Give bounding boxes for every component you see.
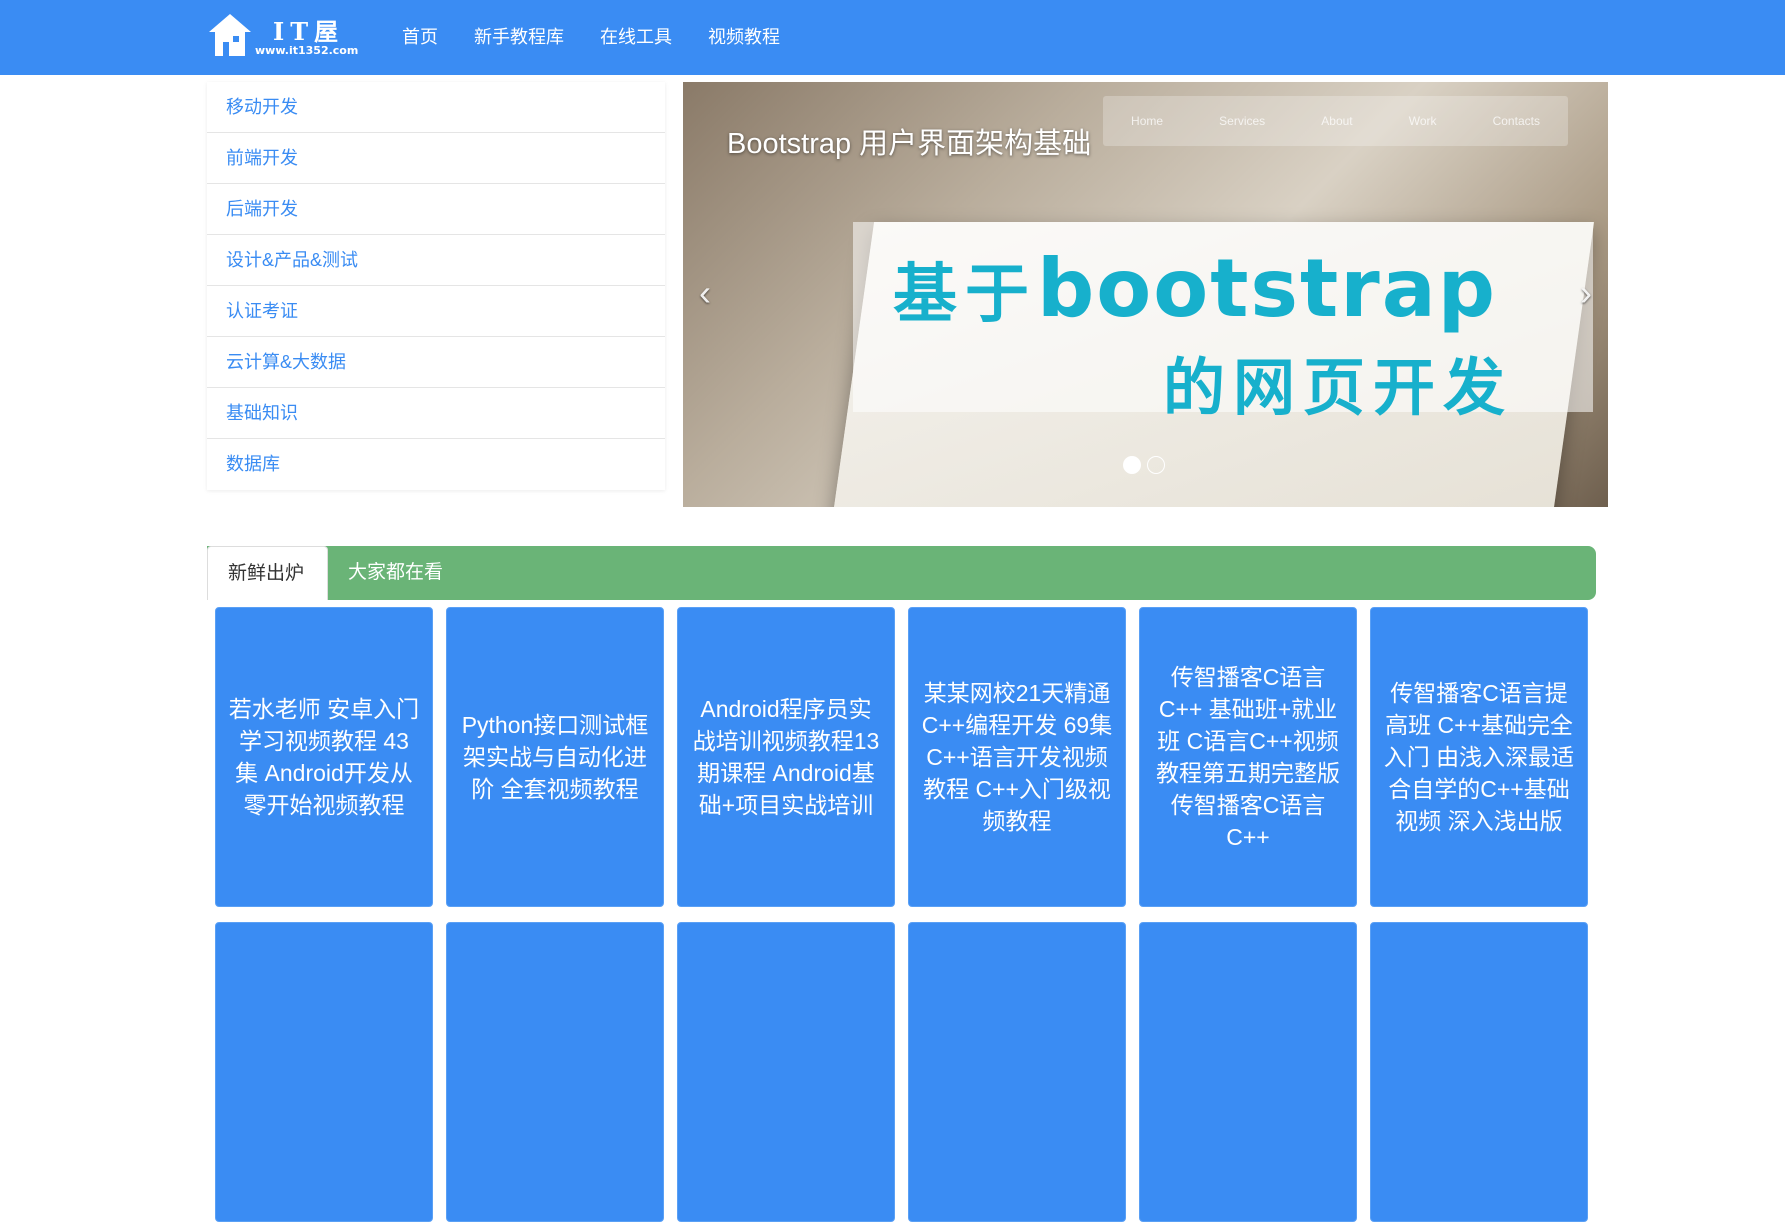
course-grid: 若水老师 安卓入门学习视频教程 43集 Android开发从零开始视频教程 Py…: [215, 607, 1590, 1222]
course-card[interactable]: 传智播客C语言提高班 C++基础完全入门 由浅入深最适合自学的C++基础视频 深…: [1370, 607, 1588, 907]
logo-url: www.it1352.com: [255, 44, 359, 57]
sidebar-item-design[interactable]: 设计&产品&测试: [207, 235, 665, 286]
site-logo[interactable]: IT屋 www.it1352.com: [207, 10, 367, 60]
course-card[interactable]: [446, 922, 664, 1222]
logo-text: IT屋: [273, 17, 345, 46]
carousel-indicators: [1123, 456, 1165, 474]
course-card[interactable]: [677, 922, 895, 1222]
tab-new[interactable]: 新鲜出炉: [207, 546, 328, 600]
nav-link-tools[interactable]: 在线工具: [582, 0, 690, 75]
sidebar-item-cloud[interactable]: 云计算&大数据: [207, 337, 665, 388]
sidebar-item-basics[interactable]: 基础知识: [207, 388, 665, 439]
carousel-image-title: 基于bootstrap: [893, 242, 1497, 335]
sidebar-item-frontend[interactable]: 前端开发: [207, 133, 665, 184]
course-card[interactable]: 某某网校21天精通C++编程开发 69集 C++语言开发视频教程 C++入门级视…: [908, 607, 1126, 907]
banner-carousel[interactable]: Home Services About Work Contacts 基于boot…: [683, 82, 1608, 507]
nav-links: 首页 新手教程库 在线工具 视频教程: [384, 0, 798, 75]
course-card[interactable]: [1139, 922, 1357, 1222]
content-tabs: 新鲜出炉 大家都在看: [207, 546, 1596, 600]
course-card[interactable]: [908, 922, 1126, 1222]
carousel-indicator-1[interactable]: [1123, 456, 1141, 474]
sidebar-item-mobile[interactable]: 移动开发: [207, 82, 665, 133]
image-topbar-item: About: [1321, 114, 1353, 128]
course-card[interactable]: Android程序员实战培训视频教程13期课程 Android基础+项目实战培训: [677, 607, 895, 907]
carousel-indicator-2[interactable]: [1147, 456, 1165, 474]
nav-link-home[interactable]: 首页: [384, 0, 456, 75]
image-topbar-item: Home: [1131, 114, 1164, 128]
carousel-next-icon[interactable]: ›: [1580, 272, 1592, 314]
image-topbar-item: Work: [1408, 114, 1437, 128]
sidebar-item-backend[interactable]: 后端开发: [207, 184, 665, 235]
carousel-image-subtitle: 的网页开发: [1163, 354, 1514, 423]
carousel-image-title-en: bootstrap: [1037, 242, 1497, 335]
image-topbar-item: Contacts: [1492, 114, 1540, 128]
image-topbar-item: Services: [1219, 114, 1266, 128]
top-navbar: IT屋 www.it1352.com 首页 新手教程库 在线工具 视频教程: [0, 0, 1785, 75]
tab-popular[interactable]: 大家都在看: [328, 546, 463, 600]
course-card[interactable]: [1370, 922, 1588, 1222]
sidebar-item-database[interactable]: 数据库: [207, 439, 665, 490]
carousel-prev-icon[interactable]: ‹: [699, 272, 711, 314]
course-card[interactable]: 若水老师 安卓入门学习视频教程 43集 Android开发从零开始视频教程: [215, 607, 433, 907]
category-sidebar: 移动开发 前端开发 后端开发 设计&产品&测试 认证考证 云计算&大数据 基础知…: [207, 82, 665, 490]
carousel-image-topbar: Home Services About Work Contacts: [1103, 96, 1568, 146]
nav-link-tutorials[interactable]: 新手教程库: [456, 0, 582, 75]
carousel-image-title-cn: 基于: [893, 258, 1037, 332]
carousel-caption: Bootstrap 用户界面架构基础: [727, 128, 1092, 160]
sidebar-item-certification[interactable]: 认证考证: [207, 286, 665, 337]
nav-link-videos[interactable]: 视频教程: [690, 0, 798, 75]
course-card[interactable]: [215, 922, 433, 1222]
house-icon: [209, 14, 251, 56]
course-card[interactable]: 传智播客C语言C++ 基础班+就业班 C语言C++视频教程第五期完整版 传智播客…: [1139, 607, 1357, 907]
course-card[interactable]: Python接口测试框架实战与自动化进阶 全套视频教程: [446, 607, 664, 907]
